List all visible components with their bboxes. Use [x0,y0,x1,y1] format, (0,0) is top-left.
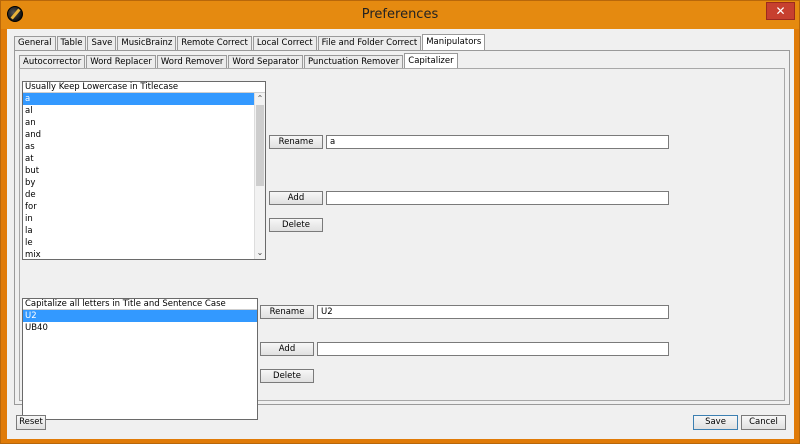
list-item[interactable]: le [23,237,254,249]
list-item[interactable]: a [23,93,254,105]
save-button[interactable]: Save [693,415,738,430]
list-item[interactable]: la [23,225,254,237]
capitalize-rename-button[interactable]: Rename [260,305,314,319]
tab-punctuation-remover[interactable]: Punctuation Remover [303,55,404,69]
lowercase-list-items: a al an and as at but by de for in la le… [23,93,254,259]
capitalize-words-list[interactable]: Capitalize all letters in Title and Sent… [22,298,258,420]
tab-local-correct[interactable]: Local Correct [252,36,317,50]
tab-capitalizer[interactable]: Capitalizer [404,53,458,69]
lowercase-words-list[interactable]: Usually Keep Lowercase in Titlecase a al… [22,81,266,260]
sub-tab-bar: Autocorrector Word Replacer Word Remover… [19,53,459,69]
list-item[interactable]: at [23,153,254,165]
tab-word-remover[interactable]: Word Remover [156,55,228,69]
main-tab-bar: General Table Save MusicBrainz Remote Co… [14,34,486,51]
tab-musicbrainz[interactable]: MusicBrainz [117,36,177,50]
scroll-up-icon[interactable]: ⌃ [255,94,265,104]
tab-word-replacer[interactable]: Word Replacer [86,55,156,69]
tab-word-separator[interactable]: Word Separator [228,55,303,69]
reset-button[interactable]: Reset [16,415,46,430]
manipulators-panel: Autocorrector Word Replacer Word Remover… [14,50,790,420]
lowercase-add-input[interactable] [326,191,669,205]
list-item[interactable]: mix [23,249,254,259]
lowercase-list-scrollbar[interactable]: ⌃ ⌄ [254,93,265,259]
list-item[interactable]: for [23,201,254,213]
title-bar[interactable]: Preferences ✕ [1,1,799,29]
list-item[interactable]: al [23,105,254,117]
list-item[interactable]: de [23,189,254,201]
tab-save[interactable]: Save [87,36,117,50]
list-item[interactable]: and [23,129,254,141]
list-item[interactable]: by [23,177,254,189]
close-button[interactable]: ✕ [766,2,795,20]
list-item[interactable]: an [23,117,254,129]
dialog-body: General Table Save MusicBrainz Remote Co… [7,29,794,439]
list-item[interactable]: in [23,213,254,225]
lowercase-rename-button[interactable]: Rename [269,135,323,149]
capitalize-rename-input[interactable]: U2 [317,305,669,319]
capitalize-delete-button[interactable]: Delete [260,369,314,383]
capitalizer-panel: Usually Keep Lowercase in Titlecase a al… [19,68,785,420]
list-item[interactable]: U2 [23,310,257,322]
lowercase-rename-input[interactable]: a [326,135,669,149]
capitalize-list-caption: Capitalize all letters in Title and Sent… [23,299,257,310]
window-title: Preferences [361,7,439,22]
tab-file-folder-correct[interactable]: File and Folder Correct [317,36,422,50]
list-item[interactable]: UB40 [23,322,257,334]
lowercase-list-caption: Usually Keep Lowercase in Titlecase [23,82,265,93]
capitalize-add-input[interactable] [317,342,669,356]
scroll-thumb[interactable] [256,105,264,186]
preferences-window: Preferences ✕ General Table Save MusicBr… [0,0,800,444]
tab-general[interactable]: General [14,36,56,50]
lowercase-delete-button[interactable]: Delete [269,218,323,232]
capitalize-add-button[interactable]: Add [260,342,314,356]
lowercase-add-button[interactable]: Add [269,191,323,205]
scroll-down-icon[interactable]: ⌄ [255,248,265,258]
cancel-button[interactable]: Cancel [741,415,786,430]
tab-autocorrector[interactable]: Autocorrector [19,55,86,69]
tab-remote-correct[interactable]: Remote Correct [177,36,252,50]
list-item[interactable]: as [23,141,254,153]
list-item[interactable]: but [23,165,254,177]
tab-manipulators[interactable]: Manipulators [422,34,486,50]
tab-table[interactable]: Table [56,36,87,50]
